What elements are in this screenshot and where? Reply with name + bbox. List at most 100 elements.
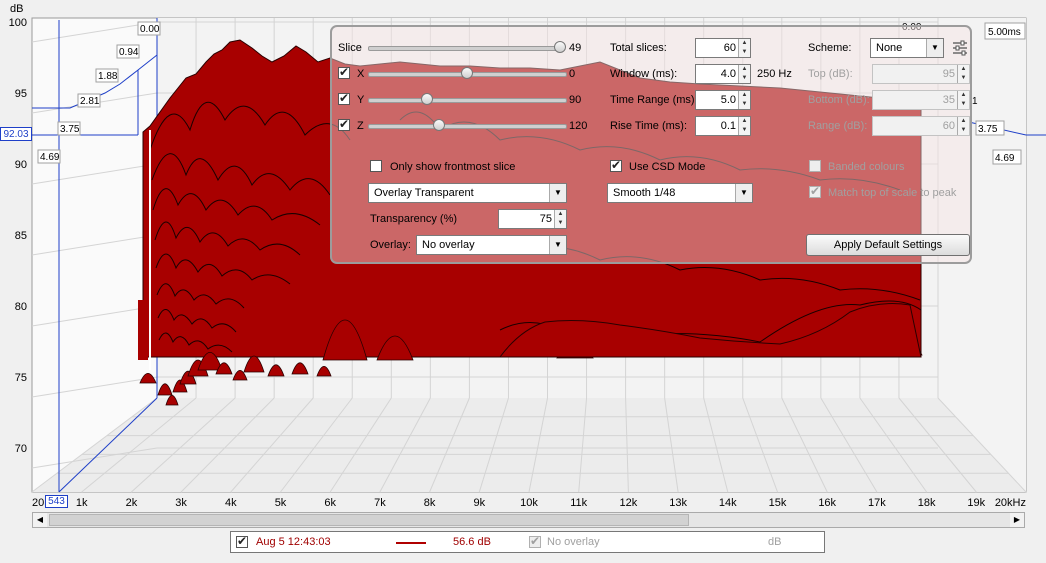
- measurement-name[interactable]: Aug 5 12:43:03: [256, 536, 331, 548]
- range-db-spinner[interactable]: 60 ▲ ▼: [872, 116, 970, 136]
- transparency-label: Transparency (%): [370, 213, 458, 225]
- use-csd-checkbox[interactable]: [610, 158, 622, 172]
- time-range-spinner[interactable]: 5.0 ▲ ▼: [695, 90, 751, 110]
- banded-colours-label: Banded colours: [828, 161, 905, 173]
- x-label: X: [357, 68, 365, 80]
- x-slider-thumb[interactable]: [461, 67, 473, 79]
- x-tick-label: 3k: [175, 497, 187, 509]
- x-tick-label: 15k: [769, 497, 787, 509]
- x-tick-label: 19k: [967, 497, 985, 509]
- apply-default-settings-button[interactable]: Apply Default Settings: [806, 234, 970, 256]
- x-tick-label: 12k: [620, 497, 638, 509]
- slice-slider-thumb[interactable]: [554, 41, 566, 53]
- z-tick-right-469: 4.69: [995, 153, 1015, 164]
- match-top-checkbox[interactable]: [809, 184, 821, 198]
- overlay-label: Overlay:: [370, 239, 411, 251]
- x-tick-label: 2k: [126, 497, 138, 509]
- match-top-label: Match top of scale to peak: [828, 187, 957, 199]
- only-frontmost-checkbox[interactable]: [370, 160, 382, 172]
- render-mode-dropdown[interactable]: Overlay Transparent ▼: [368, 183, 567, 203]
- z-tick-label: 1.88: [98, 71, 118, 82]
- overlay-level-unit: dB: [768, 536, 782, 548]
- slice-slider[interactable]: [368, 46, 562, 51]
- chevron-down-icon: ▼: [549, 184, 566, 202]
- measurement-line-swatch: [396, 542, 426, 544]
- right-stub-label: 1: [972, 96, 978, 107]
- y-rotation-slider[interactable]: [368, 98, 567, 103]
- top-db-label: Top (dB):: [808, 68, 853, 80]
- rise-time-label: Rise Time (ms):: [610, 120, 687, 132]
- z-value: 120: [569, 120, 588, 132]
- x-checkbox[interactable]: [338, 65, 350, 79]
- time-range-label: Time Range (ms):: [610, 94, 698, 106]
- banded-colours-checkbox[interactable]: [809, 160, 821, 172]
- y-unit-label: dB: [10, 3, 23, 15]
- x-tick-label: 17k: [868, 497, 886, 509]
- y-tick-label: 100: [9, 17, 27, 29]
- window-label: Window (ms):: [610, 68, 678, 80]
- z-tick-label: 0.00: [140, 24, 160, 35]
- bottom-db-spinner[interactable]: 35 ▲ ▼: [872, 90, 970, 110]
- x-tick-label: 8k: [424, 497, 436, 509]
- top-db-spinner[interactable]: 95 ▲ ▼: [872, 64, 970, 84]
- x-value: 0: [569, 68, 576, 80]
- scroll-left-icon[interactable]: ◀: [33, 513, 47, 527]
- x-tick-label: 16k: [818, 497, 836, 509]
- z-rotation-slider[interactable]: [368, 124, 567, 129]
- z-tick-label: 4.69: [40, 152, 60, 163]
- x-tick-label: 6k: [324, 497, 336, 509]
- x-tick-label: 9k: [473, 497, 485, 509]
- y-tick-label: 90: [15, 159, 27, 171]
- frequency-scrollbar[interactable]: ◀ ▶: [32, 512, 1025, 528]
- total-slices-label: Total slices:: [610, 42, 667, 54]
- z-tick-label: 2.81: [80, 96, 100, 107]
- scheme-settings-icon[interactable]: [951, 39, 969, 57]
- transparency-spinner[interactable]: 75 ▲ ▼: [498, 209, 567, 229]
- y-label: Y: [357, 94, 365, 106]
- chevron-down-icon: ▼: [926, 39, 943, 57]
- x-tick-label: 4k: [225, 497, 237, 509]
- y-tick-label: 85: [15, 230, 27, 242]
- z-tick-right-375: 3.75: [978, 124, 998, 135]
- waterfall-side: [138, 300, 148, 360]
- z-tick-right-max: 5.00ms: [988, 27, 1021, 38]
- y-slider-thumb[interactable]: [421, 93, 433, 105]
- rise-time-spinner[interactable]: 0.1 ▲ ▼: [695, 116, 751, 136]
- chevron-down-icon: ▼: [735, 184, 752, 202]
- cursor-frequency-readout: 543: [45, 495, 68, 508]
- bottom-db-label: Bottom (dB):: [808, 94, 870, 106]
- y-tick-label: 80: [15, 301, 27, 313]
- measurement-visible-checkbox[interactable]: [236, 534, 248, 548]
- x-tick-label: 20: [32, 497, 44, 509]
- y-tick-label: 95: [15, 88, 27, 100]
- z-checkbox[interactable]: [338, 117, 350, 131]
- waterfall-controls-panel: Slice 49 X 0 Y 90 Z 120 Total slices: 60…: [330, 25, 972, 264]
- scroll-right-icon[interactable]: ▶: [1010, 513, 1024, 527]
- z-slider-thumb[interactable]: [433, 119, 445, 131]
- smoothing-dropdown[interactable]: Smooth 1/48 ▼: [607, 183, 753, 203]
- x-tick-label: 11k: [570, 497, 587, 509]
- slice-label: Slice: [338, 42, 362, 54]
- z-label: Z: [357, 120, 364, 132]
- y-value: 90: [569, 94, 582, 106]
- range-db-label: Range (dB):: [808, 120, 868, 132]
- cursor-db-readout: 92.03: [0, 127, 32, 141]
- chevron-down-icon: ▼: [549, 236, 566, 254]
- slice-value: 49: [569, 42, 582, 54]
- y-checkbox[interactable]: [338, 91, 350, 105]
- z-tick-label: 3.75: [60, 124, 80, 135]
- y-tick-label: 75: [15, 372, 27, 384]
- window-hz-readout: 250 Hz: [757, 68, 792, 80]
- scheme-dropdown[interactable]: None ▼: [870, 38, 944, 58]
- overlay-dropdown[interactable]: No overlay ▼: [416, 235, 567, 255]
- x-tick-label: 18k: [918, 497, 936, 509]
- overlay-visible-checkbox[interactable]: [529, 534, 541, 548]
- x-tick-label: 13k: [669, 497, 687, 509]
- z-tick-label: 0.94: [119, 47, 139, 58]
- y-tick-label: 70: [15, 443, 27, 455]
- total-slices-spinner[interactable]: 60 ▲ ▼: [695, 38, 751, 58]
- measurement-level: 56.6 dB: [453, 536, 491, 548]
- scrollbar-thumb[interactable]: [49, 514, 689, 526]
- window-spinner[interactable]: 4.0 ▲ ▼: [695, 64, 751, 84]
- x-tick-label: 7k: [374, 497, 386, 509]
